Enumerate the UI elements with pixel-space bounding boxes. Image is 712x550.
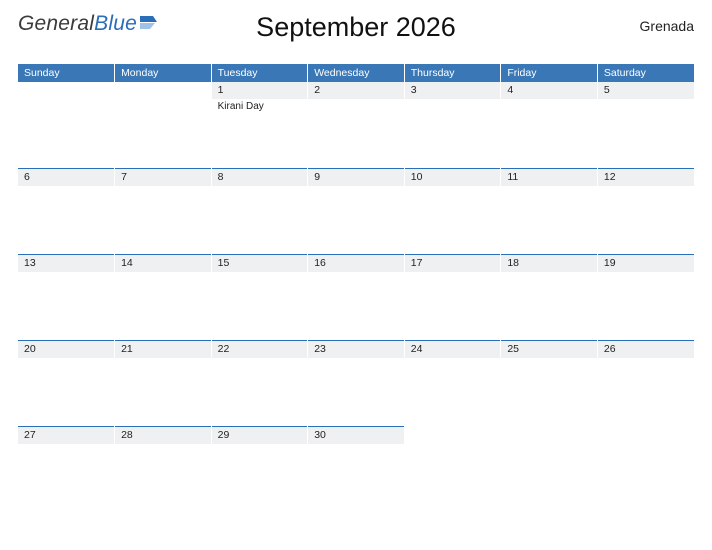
day-number: 12 bbox=[598, 168, 694, 186]
calendar-day bbox=[115, 82, 212, 168]
calendar-day: 30 bbox=[308, 426, 405, 512]
calendar-day: 27 bbox=[18, 426, 115, 512]
day-number: 19 bbox=[598, 254, 694, 272]
day-header: Sunday bbox=[18, 64, 115, 82]
day-header: Friday bbox=[501, 64, 598, 82]
calendar-day: 25 bbox=[501, 340, 598, 426]
calendar-day bbox=[404, 426, 501, 512]
day-number: 24 bbox=[405, 340, 501, 358]
day-header-row: Sunday Monday Tuesday Wednesday Thursday… bbox=[18, 64, 694, 82]
calendar-day: 20 bbox=[18, 340, 115, 426]
day-number: 14 bbox=[115, 254, 211, 272]
calendar-body: 1Kirani Day23456789101112131415161718192… bbox=[18, 82, 694, 512]
day-number: 6 bbox=[18, 168, 114, 186]
day-number: 30 bbox=[308, 426, 404, 444]
day-number: 15 bbox=[212, 254, 308, 272]
day-number: 23 bbox=[308, 340, 404, 358]
calendar-day: 17 bbox=[404, 254, 501, 340]
calendar-day: 15 bbox=[211, 254, 308, 340]
day-header: Wednesday bbox=[308, 64, 405, 82]
logo-wave-icon bbox=[139, 14, 161, 30]
day-header: Monday bbox=[115, 64, 212, 82]
day-event: Kirani Day bbox=[212, 99, 308, 114]
logo-part1: General bbox=[18, 12, 94, 36]
calendar-day: 16 bbox=[308, 254, 405, 340]
calendar-day: 12 bbox=[597, 168, 694, 254]
calendar-week: 6789101112 bbox=[18, 168, 694, 254]
day-number: 16 bbox=[308, 254, 404, 272]
calendar-day: 7 bbox=[115, 168, 212, 254]
calendar-day: 2 bbox=[308, 82, 405, 168]
calendar-week: 27282930 bbox=[18, 426, 694, 512]
calendar-day: 11 bbox=[501, 168, 598, 254]
calendar-day: 8 bbox=[211, 168, 308, 254]
day-number: 7 bbox=[115, 168, 211, 186]
calendar-day: 26 bbox=[597, 340, 694, 426]
calendar-day: 24 bbox=[404, 340, 501, 426]
calendar-day: 5 bbox=[597, 82, 694, 168]
day-header: Saturday bbox=[597, 64, 694, 82]
calendar-day: 18 bbox=[501, 254, 598, 340]
day-number: 21 bbox=[115, 340, 211, 358]
day-number: 13 bbox=[18, 254, 114, 272]
day-number: 17 bbox=[405, 254, 501, 272]
calendar-day: 22 bbox=[211, 340, 308, 426]
calendar-day bbox=[597, 426, 694, 512]
calendar-day: 4 bbox=[501, 82, 598, 168]
day-number: 10 bbox=[405, 168, 501, 186]
calendar-day: 14 bbox=[115, 254, 212, 340]
calendar-day: 3 bbox=[404, 82, 501, 168]
calendar-day: 1Kirani Day bbox=[211, 82, 308, 168]
calendar-day bbox=[501, 426, 598, 512]
logo: General Blue bbox=[18, 12, 161, 36]
day-header: Thursday bbox=[404, 64, 501, 82]
day-number bbox=[598, 426, 694, 433]
calendar: Sunday Monday Tuesday Wednesday Thursday… bbox=[18, 64, 694, 512]
day-number: 8 bbox=[212, 168, 308, 186]
calendar-day: 13 bbox=[18, 254, 115, 340]
day-number bbox=[18, 82, 114, 88]
header: General Blue September 2026 Grenada bbox=[18, 12, 694, 58]
logo-part2: Blue bbox=[94, 12, 137, 36]
day-number: 28 bbox=[115, 426, 211, 444]
day-number: 29 bbox=[212, 426, 308, 444]
day-number: 18 bbox=[501, 254, 597, 272]
calendar-day: 21 bbox=[115, 340, 212, 426]
day-number: 9 bbox=[308, 168, 404, 186]
calendar-week: 13141516171819 bbox=[18, 254, 694, 340]
day-number: 2 bbox=[308, 82, 404, 99]
day-number: 20 bbox=[18, 340, 114, 358]
day-number: 11 bbox=[501, 168, 597, 186]
calendar-day: 10 bbox=[404, 168, 501, 254]
day-number: 22 bbox=[212, 340, 308, 358]
calendar-day bbox=[18, 82, 115, 168]
calendar-day: 23 bbox=[308, 340, 405, 426]
day-number bbox=[501, 426, 597, 433]
day-number: 26 bbox=[598, 340, 694, 358]
calendar-week: 20212223242526 bbox=[18, 340, 694, 426]
page-title: September 2026 bbox=[256, 12, 456, 43]
day-number: 1 bbox=[212, 82, 308, 99]
calendar-day: 29 bbox=[211, 426, 308, 512]
day-number: 27 bbox=[18, 426, 114, 444]
day-number: 3 bbox=[405, 82, 501, 99]
calendar-day: 6 bbox=[18, 168, 115, 254]
region-label: Grenada bbox=[640, 18, 694, 34]
day-number bbox=[115, 82, 211, 88]
day-header: Tuesday bbox=[211, 64, 308, 82]
calendar-day: 9 bbox=[308, 168, 405, 254]
day-number: 25 bbox=[501, 340, 597, 358]
calendar-day: 28 bbox=[115, 426, 212, 512]
calendar-week: 1Kirani Day2345 bbox=[18, 82, 694, 168]
day-number bbox=[405, 426, 501, 433]
day-number: 5 bbox=[598, 82, 694, 99]
calendar-day: 19 bbox=[597, 254, 694, 340]
day-number: 4 bbox=[501, 82, 597, 99]
